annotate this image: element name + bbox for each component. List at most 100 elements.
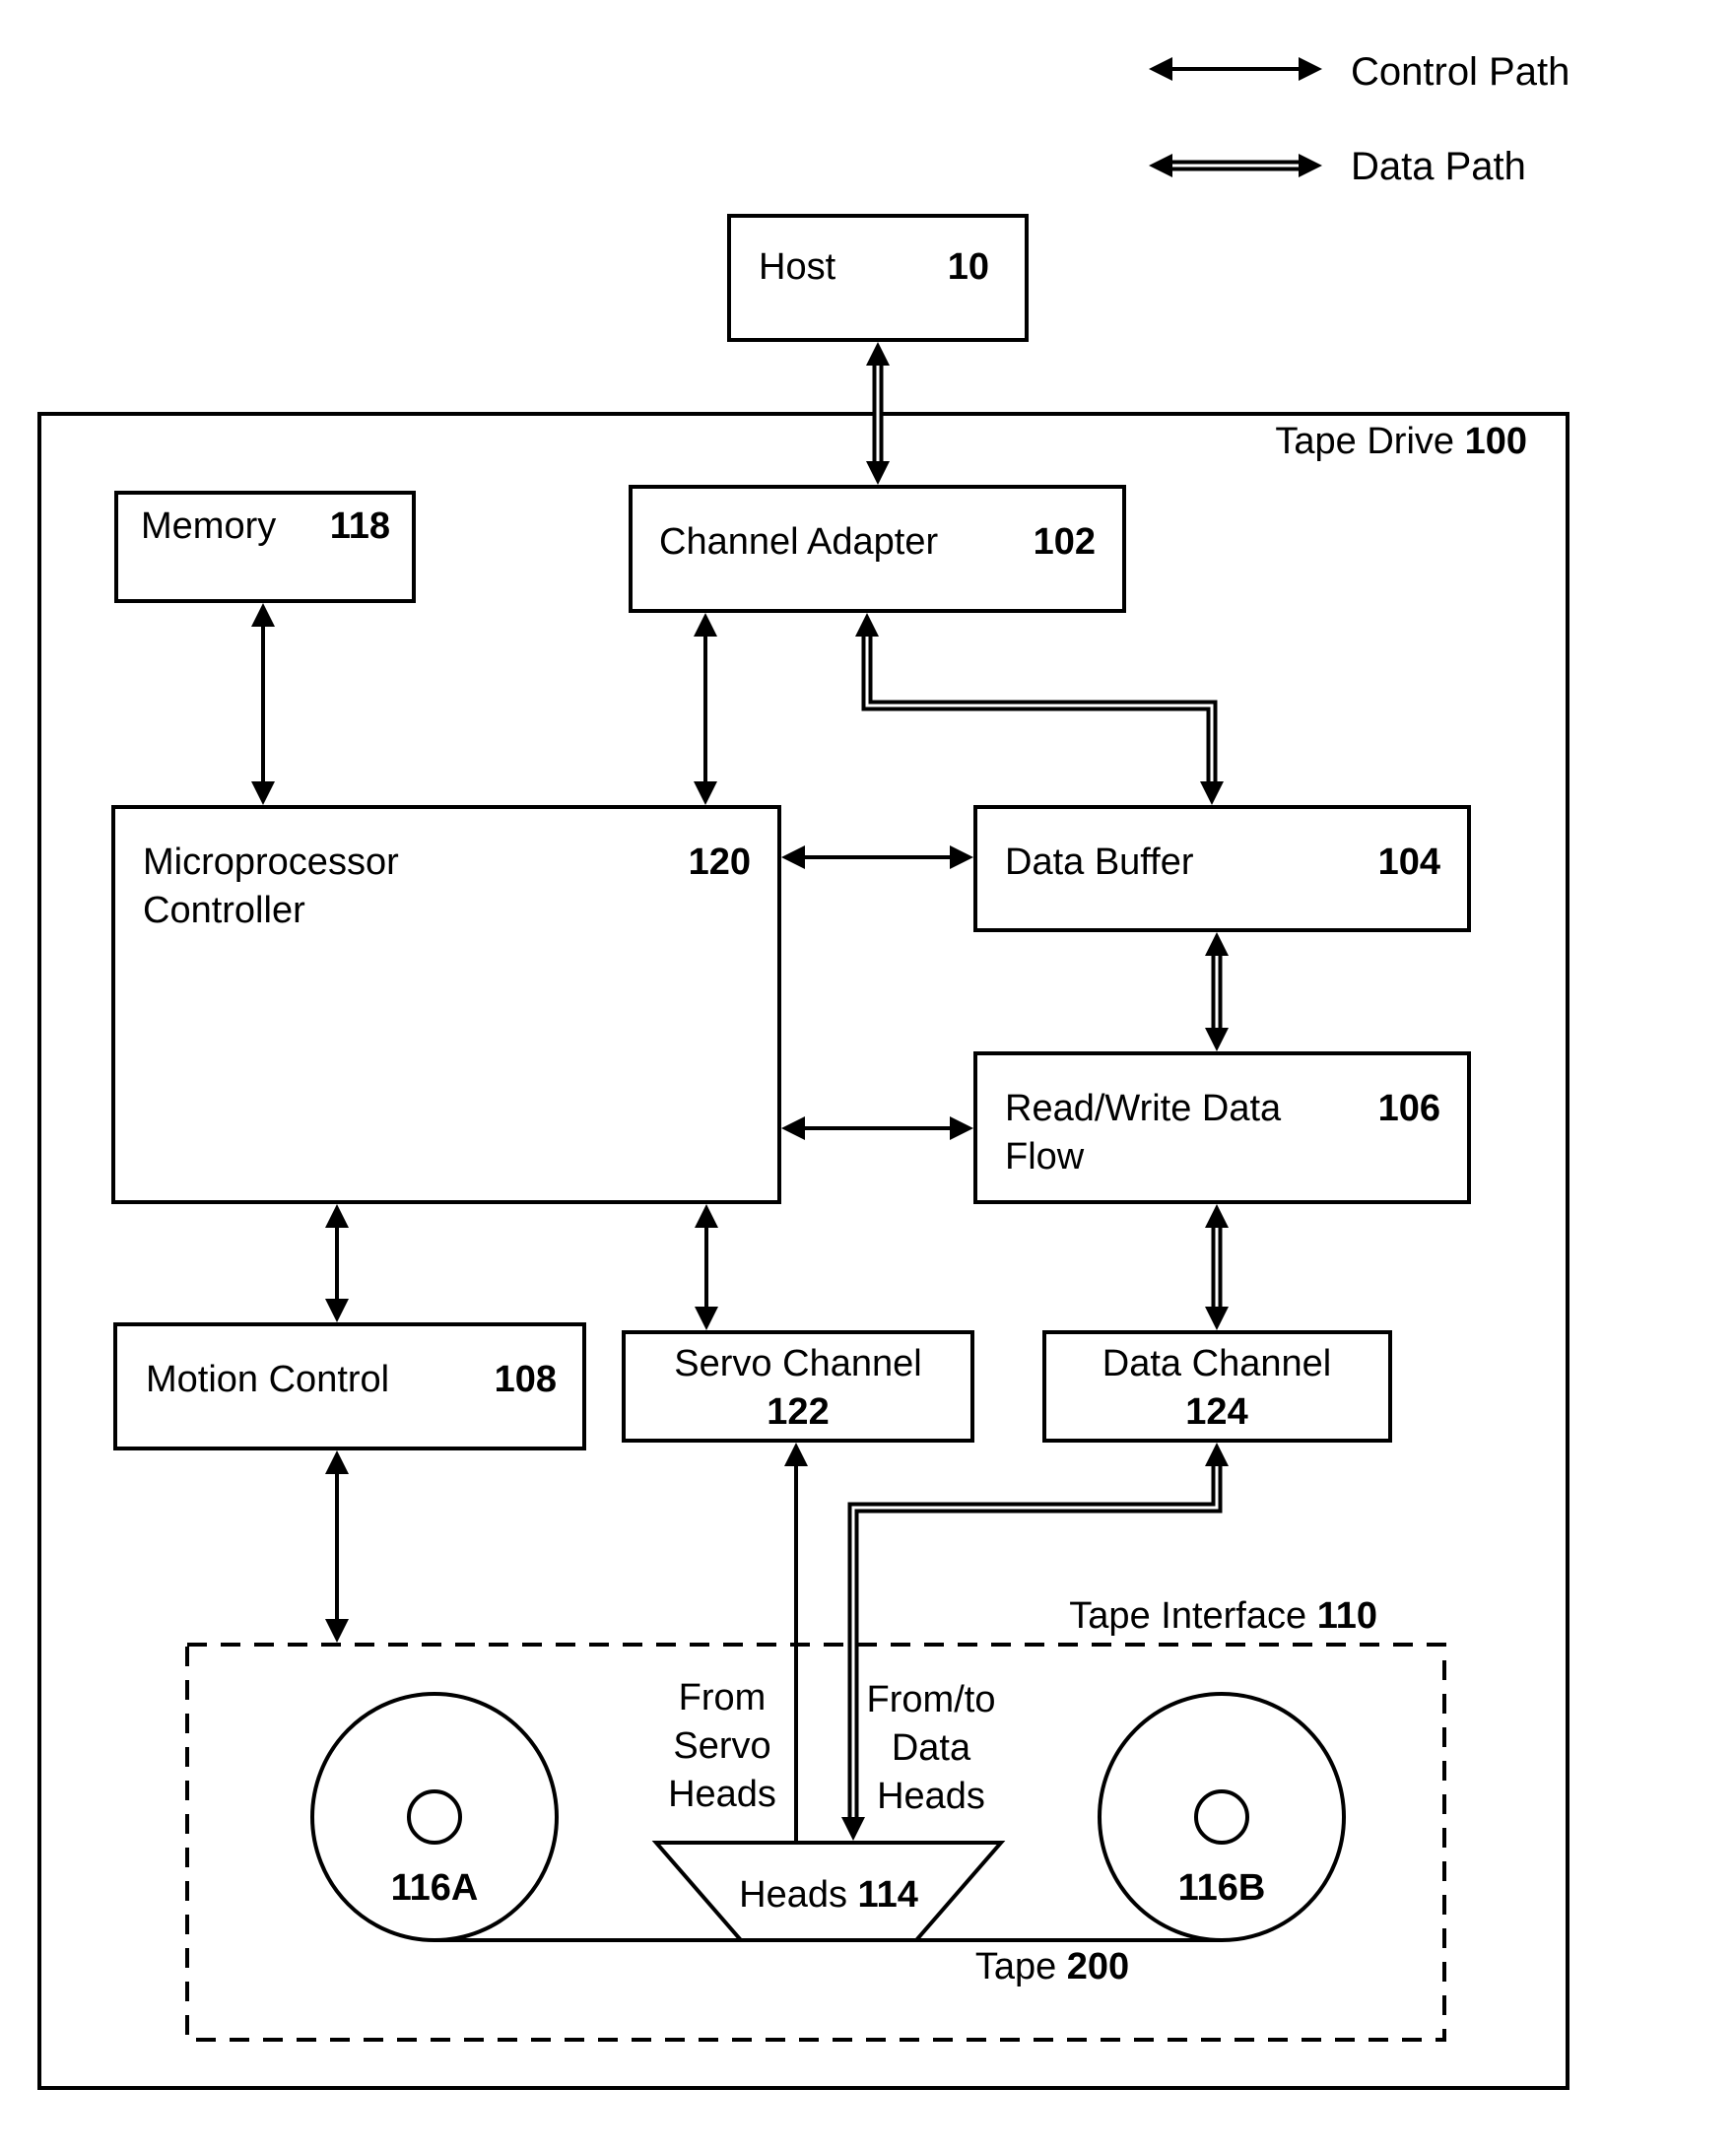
arrowhead-icon (1149, 57, 1172, 81)
servo-heads-note-line3: Heads (668, 1774, 776, 1815)
reel-116b: 116B (1098, 1692, 1346, 1942)
host-label: Host (759, 246, 836, 288)
arrowhead-icon (866, 461, 890, 485)
rw-data-flow-number: 106 (1378, 1088, 1440, 1129)
channel-adapter-block[interactable]: Channel Adapter 102 (629, 485, 1126, 613)
connector-microprocessor-motion-control (325, 1204, 349, 1322)
servo-heads-note: From Servo Heads (668, 1677, 776, 1815)
motion-control-label: Motion Control (146, 1359, 389, 1400)
legend-control-path-label: Control Path (1351, 50, 1569, 94)
arrowhead-icon (855, 613, 879, 637)
connector-channel-adapter-data-buffer (855, 613, 1224, 805)
heads-block[interactable]: Heads 114 (651, 1841, 1006, 1942)
servo-heads-note-line1: From (679, 1677, 767, 1718)
memory-number: 118 (330, 505, 390, 547)
arrowhead-icon (694, 781, 717, 805)
heads-number: 114 (858, 1874, 918, 1916)
motion-control-number: 108 (495, 1359, 557, 1400)
legend-data-path-arrow (1149, 154, 1322, 177)
heads-label: Heads (739, 1874, 857, 1916)
servo-heads-note-line2: Servo (673, 1725, 770, 1767)
connector-microprocessor-servo-channel (695, 1204, 718, 1330)
microprocessor-block[interactable]: Microprocessor Controller 120 (111, 805, 781, 1204)
connector-memory-microprocessor (251, 603, 275, 805)
heads-title: Heads 114 (739, 1874, 918, 1916)
reel-b-hub (1194, 1789, 1249, 1845)
arrowhead-icon (695, 1307, 718, 1330)
arrowhead-icon (1299, 154, 1322, 177)
arrowhead-icon (1205, 1443, 1229, 1466)
microprocessor-label-line2: Controller (143, 890, 305, 931)
data-channel-label: Data Channel (1102, 1343, 1331, 1384)
data-path-line (861, 635, 1218, 783)
servo-channel-number: 122 (767, 1391, 829, 1433)
arrowhead-icon (1205, 1307, 1229, 1330)
tape-number: 200 (1067, 1946, 1129, 1987)
microprocessor-number: 120 (689, 842, 751, 883)
arrowhead-icon (1149, 154, 1172, 177)
reel-a-number: 116A (391, 1867, 479, 1909)
data-heads-note-line2: Data (892, 1727, 971, 1769)
tape-interface-title: Tape Interface 110 (1069, 1595, 1377, 1637)
tape-interface-number: 110 (1317, 1595, 1377, 1637)
memory-label: Memory (141, 505, 276, 547)
channel-adapter-number: 102 (1034, 521, 1096, 563)
connector-heads-servo-channel (784, 1443, 808, 1841)
servo-channel-block[interactable]: Servo Channel 122 (622, 1330, 974, 1443)
data-channel-number: 124 (1185, 1391, 1247, 1433)
arrowhead-icon (1200, 781, 1224, 805)
legend: Control Path Data Path (1149, 50, 1569, 188)
data-heads-note-line1: From/to (867, 1679, 996, 1720)
reel-b-number: 116B (1178, 1867, 1266, 1909)
microprocessor-label-line1: Microprocessor (143, 842, 399, 883)
arrowhead-icon (251, 603, 275, 627)
arrowhead-icon (1205, 932, 1229, 956)
connector-microprocessor-data-buffer (781, 845, 973, 869)
arrowhead-icon (251, 781, 275, 805)
tape-drive-title: Tape Drive 100 (1275, 421, 1527, 462)
arrowhead-icon (784, 1443, 808, 1466)
connector-data-buffer-rw-data-flow (1205, 932, 1229, 1051)
connector-motion-control-tape-interface (325, 1450, 349, 1643)
arrowhead-icon (1205, 1204, 1229, 1228)
rw-data-flow-block[interactable]: Read/Write Data Flow 106 (973, 1051, 1471, 1204)
arrowhead-icon (781, 1116, 805, 1140)
arrowhead-icon (781, 845, 805, 869)
tape-drive-diagram: Control Path Data Path Host 10 Tape Driv… (37, 50, 1569, 2090)
data-heads-note-line3: Heads (877, 1776, 985, 1817)
rw-data-flow-label-line1: Read/Write Data (1005, 1088, 1282, 1129)
data-channel-block[interactable]: Data Channel 124 (1042, 1330, 1392, 1443)
arrowhead-icon (1299, 57, 1322, 81)
memory-block[interactable]: Memory 118 (114, 491, 416, 603)
reel-a-hub (407, 1789, 462, 1845)
arrowhead-icon (694, 613, 717, 637)
arrowhead-icon (325, 1450, 349, 1474)
motion-control-block[interactable]: Motion Control 108 (113, 1322, 586, 1450)
data-heads-note: From/to Data Heads (867, 1679, 996, 1817)
arrowhead-icon (950, 845, 973, 869)
host-block[interactable]: Host 10 (727, 214, 1029, 342)
rw-data-flow-label-line2: Flow (1005, 1136, 1085, 1178)
data-buffer-block[interactable]: Data Buffer 104 (973, 805, 1471, 932)
arrowhead-icon (950, 1116, 973, 1140)
arrowhead-icon (325, 1619, 349, 1643)
tape-label: Tape (975, 1946, 1067, 1987)
servo-channel-label: Servo Channel (674, 1343, 921, 1384)
arrowhead-icon (325, 1299, 349, 1322)
arrowhead-icon (866, 342, 890, 366)
tape-interface-label: Tape Interface (1069, 1595, 1316, 1637)
legend-control-path-arrow (1149, 57, 1322, 81)
arrowhead-icon (841, 1817, 865, 1841)
connector-microprocessor-rw-data-flow (781, 1116, 973, 1140)
arrowhead-icon (695, 1204, 718, 1228)
channel-adapter-label: Channel Adapter (659, 521, 938, 563)
data-buffer-label: Data Buffer (1005, 842, 1194, 883)
tape-title: Tape 200 (975, 1946, 1129, 1987)
reel-116a: 116A (310, 1692, 559, 1942)
data-buffer-number: 104 (1378, 842, 1440, 883)
arrowhead-icon (325, 1204, 349, 1228)
legend-data-path-label: Data Path (1351, 145, 1526, 188)
connector-channel-adapter-microprocessor (694, 613, 717, 805)
arrowhead-icon (1205, 1028, 1229, 1051)
host-number: 10 (948, 246, 989, 288)
